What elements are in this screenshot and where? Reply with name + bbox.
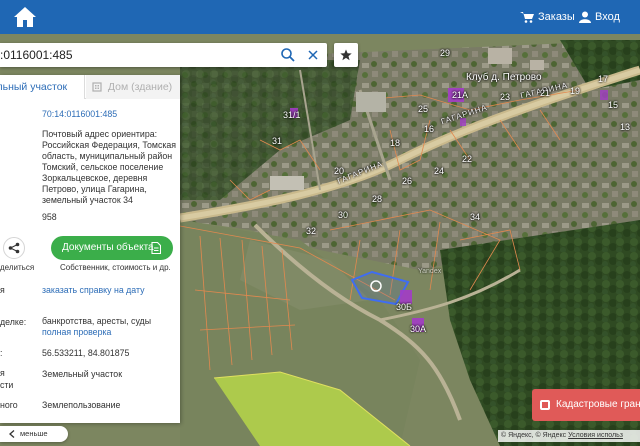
cadastral-bounds-toggle[interactable]: Кадастровые грани	[532, 389, 640, 421]
map-label-house: 30А	[410, 324, 427, 334]
map-label-house: 23	[500, 92, 511, 102]
search-bar	[0, 43, 327, 67]
cadastral-bounds-label: Кадастровые грани	[556, 399, 640, 410]
object-type-label: я	[0, 368, 5, 378]
object-documents-subtitle: Собственник, стоимость и др.	[60, 263, 171, 272]
coordinates-value: 56.533211, 84.801875	[42, 348, 130, 358]
object-tabs: ельный участок Дом (здание)	[0, 75, 180, 99]
close-icon	[308, 50, 318, 60]
orders-button[interactable]: Заказы	[520, 0, 575, 34]
user-icon	[579, 11, 591, 23]
map-label-house: 17	[598, 74, 609, 84]
map-watermark: Yandex	[418, 268, 442, 275]
full-check-link[interactable]: полная проверка	[42, 327, 111, 338]
map-label-house: 25	[418, 104, 429, 114]
object-documents-label: Документы объекта	[62, 242, 154, 253]
share-label: делиться	[0, 263, 35, 272]
chevron-left-icon	[9, 430, 15, 438]
orders-label: Заказы	[538, 11, 575, 23]
show-less-label: меньше	[20, 429, 48, 438]
login-label: Вход	[595, 11, 620, 23]
object-type-value: Земельный участок	[42, 369, 123, 379]
toggle-checkbox-icon	[540, 400, 550, 410]
tab-building-label: Дом (здание)	[107, 81, 173, 93]
map-label-house: 34	[470, 212, 481, 222]
map-label-house: 20	[334, 166, 345, 176]
object-documents-button[interactable]: Документы объекта	[51, 236, 173, 260]
home-icon	[14, 7, 36, 27]
share-icon	[8, 242, 20, 254]
map-label-house: 21А	[452, 90, 469, 100]
map-label-house: 26	[402, 176, 413, 186]
map-attribution: © Яндекс, © Яндекс Условия использ	[498, 430, 640, 442]
star-icon	[340, 49, 352, 61]
plot-area: 958	[42, 212, 57, 222]
login-button[interactable]: Вход	[579, 0, 620, 34]
tab-building[interactable]: Дом (здание)	[86, 75, 180, 99]
map-label-house: 31	[272, 136, 283, 146]
map-label-plot: 30Б	[396, 302, 412, 312]
map-label-house: 19	[570, 86, 581, 96]
map-label-house: 24	[434, 166, 445, 176]
document-icon	[151, 242, 161, 254]
land-use-value: Землепользование	[42, 400, 121, 410]
map-label-house: 16	[424, 124, 435, 134]
favorite-button[interactable]	[334, 43, 358, 67]
map-label-club: Клуб д. Петрово	[466, 72, 542, 83]
building-icon	[92, 82, 102, 92]
top-header: Заказы Вход	[0, 0, 640, 34]
cart-icon	[520, 12, 534, 23]
search-button[interactable]	[280, 47, 296, 63]
map-label-house: 32	[306, 226, 317, 236]
map-label-house: 18	[390, 138, 401, 148]
map-label-house: 29	[440, 48, 451, 58]
land-use-label: ного	[0, 400, 18, 410]
object-type-label-2: сти	[0, 380, 14, 390]
map-label-house: 13	[620, 122, 631, 132]
map-label-house: 31/1	[283, 110, 301, 120]
show-less-button[interactable]: меньше	[0, 426, 68, 442]
search-input[interactable]	[0, 43, 270, 67]
map-label-house: 21	[540, 88, 551, 98]
home-button[interactable]	[10, 3, 40, 31]
map-label-house: 22	[462, 154, 473, 164]
deal-check-value: банкротства, аресты, суды	[42, 316, 152, 326]
map-label-house: 30	[338, 210, 349, 220]
certificate-row-label: я	[0, 285, 5, 295]
coordinates-label: :	[0, 348, 3, 358]
map-label-house: 15	[608, 100, 619, 110]
postal-address: Почтовый адрес ориентира: Российская Фед…	[42, 129, 177, 205]
search-icon	[281, 48, 295, 62]
map-label-house: 28	[372, 194, 383, 204]
cadastral-number: 70:14:0116001:485	[42, 109, 118, 119]
attribution-text: © Яндекс, © Яндекс	[501, 432, 567, 439]
tab-land-plot[interactable]: ельный участок	[0, 75, 85, 99]
tab-land-plot-label: ельный участок	[0, 81, 68, 93]
terms-of-use-link[interactable]: Условия использ	[568, 432, 623, 439]
clear-search-button[interactable]	[305, 47, 321, 63]
order-certificate-link[interactable]: заказать справку на дату	[42, 285, 145, 296]
object-info-panel: ельный участок Дом (здание) 70:14:011600…	[0, 75, 180, 423]
deal-check-label: делке:	[0, 317, 27, 327]
share-button[interactable]	[3, 237, 25, 259]
